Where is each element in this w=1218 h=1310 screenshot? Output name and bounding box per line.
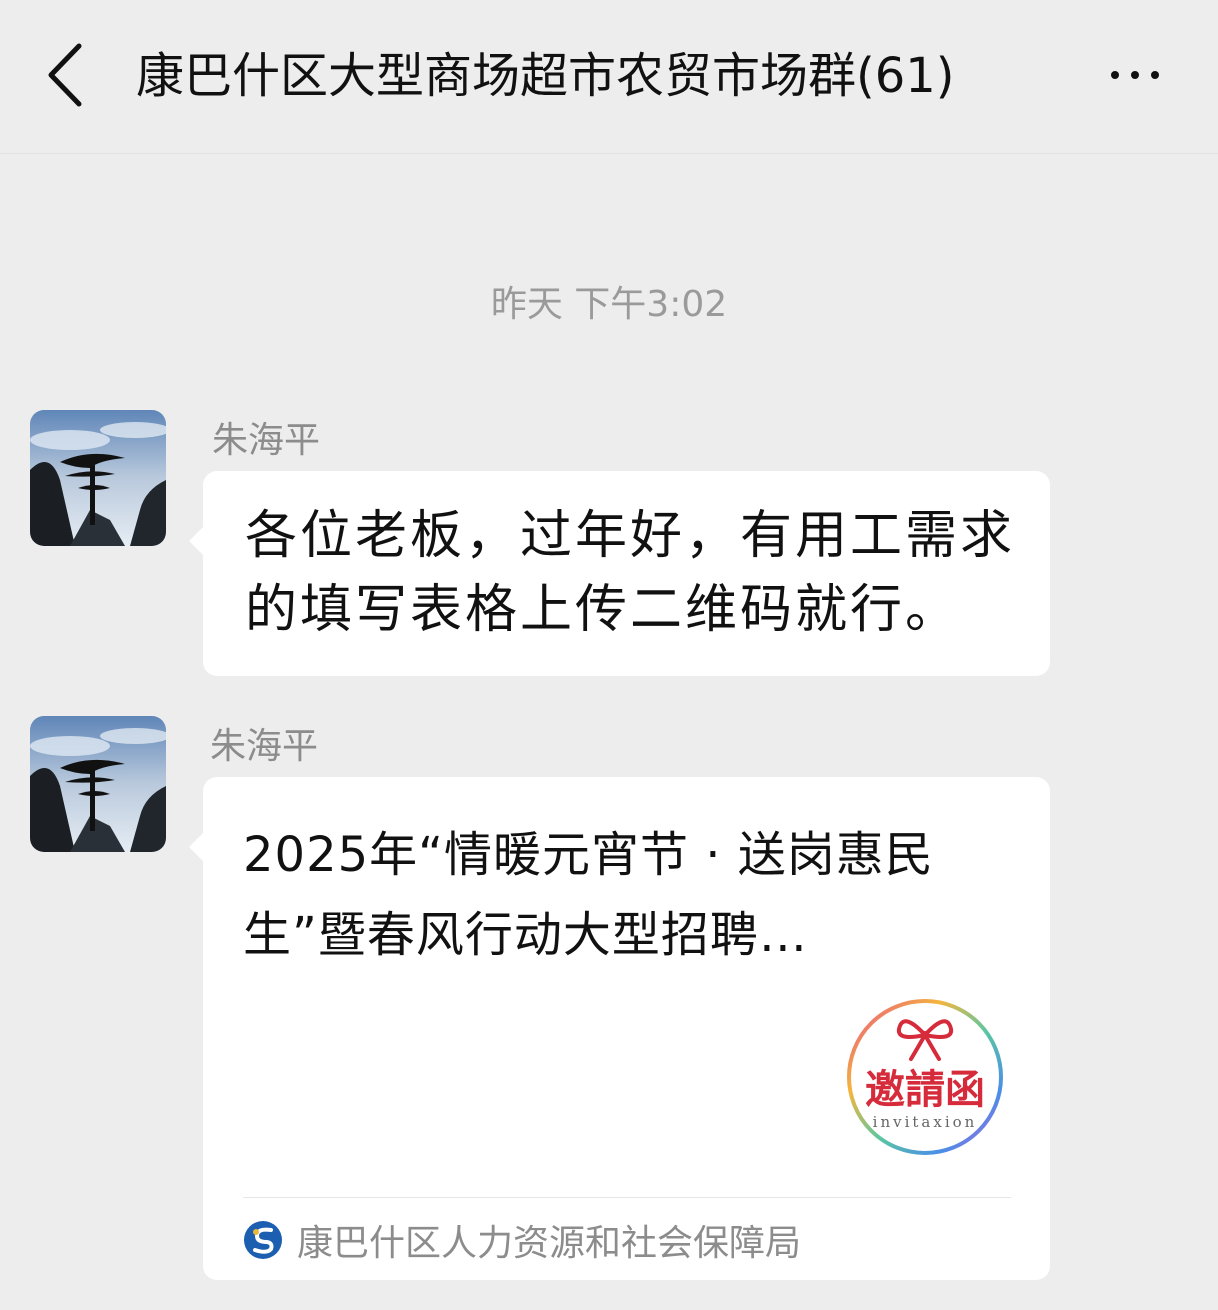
pine-tree-avatar-image (30, 716, 166, 852)
text-message-bubble[interactable]: 各位老板，过年好，有用工需求的填写表格上传二维码就行。 (189, 471, 1050, 676)
link-card-message[interactable]: 2025年“情暖元宵节 · 送岗惠民生”暨春风行动大型招聘… 邀請函 invit… (189, 777, 1050, 1280)
card-source: 康巴什区人力资源和社会保障局 (243, 1215, 801, 1265)
chat-header: 康巴什区大型商场超市农贸市场群(61) (0, 0, 1218, 154)
svg-text:invitaxion: invitaxion (873, 1113, 978, 1131)
sender-name: 朱海平 (210, 726, 319, 767)
message-timestamp: 昨天 下午3:02 (490, 284, 728, 325)
back-button[interactable] (30, 30, 100, 120)
card-divider (243, 1197, 1011, 1198)
invitation-thumbnail: 邀請函 invitaxion (833, 997, 1013, 1167)
invitation-stamp-image: 邀請函 invitaxion (847, 999, 1003, 1155)
hrss-logo-icon (244, 1221, 282, 1259)
pine-tree-avatar-image (30, 410, 166, 546)
chat-title: 康巴什区大型商场超市农贸市场群(61) (136, 48, 955, 104)
card-source-name: 康巴什区人力资源和社会保障局 (297, 1223, 802, 1264)
sender-avatar[interactable] (30, 410, 166, 546)
more-dots-icon (1111, 71, 1119, 79)
sender-avatar[interactable] (30, 716, 166, 852)
card-title: 2025年“情暖元宵节 · 送岗惠民生”暨春风行动大型招聘… (243, 827, 934, 963)
more-options-button[interactable] (1090, 40, 1180, 110)
message-text: 各位老板，过年好，有用工需求的填写表格上传二维码就行。 (245, 506, 1016, 640)
chevron-left-icon (48, 43, 82, 107)
chat-screen: 康巴什区大型商场超市农贸市场群(61) 昨天 下午3:02 朱海平 各位老板，过… (0, 0, 1218, 1310)
svg-text:邀請函: 邀請函 (865, 1066, 985, 1113)
sender-name: 朱海平 (212, 420, 321, 461)
